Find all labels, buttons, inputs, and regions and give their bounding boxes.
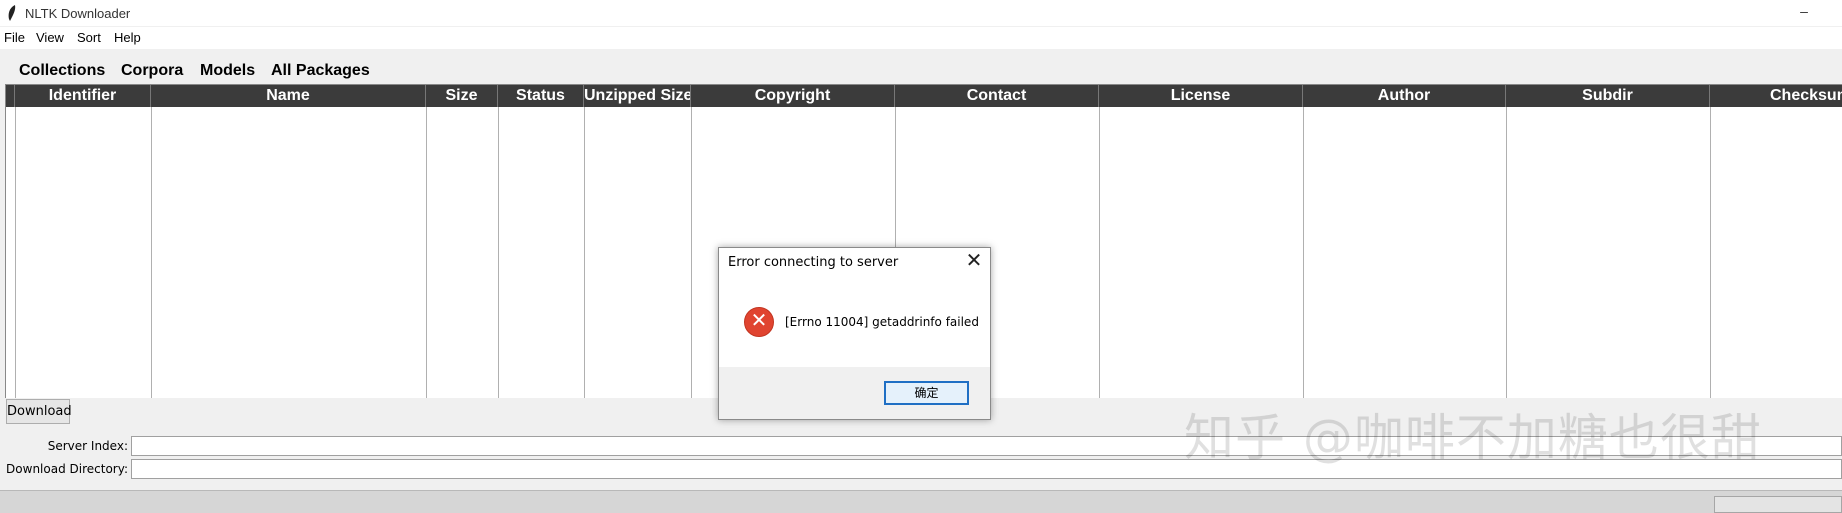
column-divider: [151, 107, 152, 398]
column-header-name[interactable]: Name: [151, 85, 426, 107]
column-header-contact[interactable]: Contact: [895, 85, 1099, 107]
error-dialog: Error connecting to server ✕ ✕ [Errno 11…: [718, 247, 991, 420]
column-divider: [1710, 107, 1711, 398]
column-divider: [584, 107, 585, 398]
column-header-subdir[interactable]: Subdir: [1506, 85, 1710, 107]
tab-all-packages[interactable]: All Packages: [271, 62, 370, 80]
column-divider: [691, 107, 692, 398]
dialog-title: Error connecting to server: [728, 255, 899, 270]
column-header-author[interactable]: Author: [1303, 85, 1506, 107]
tab-corpora[interactable]: Corpora: [121, 62, 183, 80]
error-icon: ✕: [744, 307, 774, 337]
progress-box: [1714, 496, 1842, 513]
dialog-message: [Errno 11004] getaddrinfo failed: [785, 315, 979, 329]
download-button[interactable]: Download: [6, 399, 72, 424]
column-divider: [1303, 107, 1304, 398]
column-header-license[interactable]: License: [1099, 85, 1303, 107]
column-divider: [426, 107, 427, 398]
menu-bar: File View Sort Help: [0, 27, 1842, 49]
minimize-button[interactable]: –: [1796, 0, 1812, 26]
tab-collections[interactable]: Collections: [19, 62, 105, 80]
feather-icon: [8, 5, 16, 21]
column-divider: [15, 107, 16, 398]
column-header-identifier[interactable]: Identifier: [15, 85, 151, 107]
tab-bar: Collections Corpora Models All Packages: [0, 57, 1842, 84]
close-icon[interactable]: ✕: [963, 251, 985, 272]
download-directory-label: Download Directory:: [6, 462, 128, 476]
server-index-label: Server Index:: [47, 439, 128, 453]
menu-file[interactable]: File: [4, 30, 25, 45]
tab-models[interactable]: Models: [200, 62, 255, 80]
dialog-footer: 确定: [719, 367, 990, 419]
status-bar: [0, 490, 1842, 513]
title-bar: NLTK Downloader –: [0, 0, 1842, 26]
column-divider: [498, 107, 499, 398]
column-header-size[interactable]: Size: [426, 85, 498, 107]
column-header-spacer: [6, 85, 15, 107]
column-header-unzipped-size[interactable]: Unzipped Size: [584, 85, 691, 107]
column-header-checksum[interactable]: Checksum: [1710, 85, 1842, 107]
ok-button[interactable]: 确定: [884, 381, 969, 405]
table-header: Identifier Name Size Status Unzipped Siz…: [6, 85, 1842, 107]
column-header-status[interactable]: Status: [498, 85, 584, 107]
column-divider: [1099, 107, 1100, 398]
column-divider: [1506, 107, 1507, 398]
menu-sort[interactable]: Sort: [77, 30, 101, 45]
menu-view[interactable]: View: [36, 30, 64, 45]
window-title: NLTK Downloader: [25, 6, 131, 21]
column-header-copyright[interactable]: Copyright: [691, 85, 895, 107]
watermark: 知乎 @咖啡不加糖也很甜: [1184, 409, 1762, 467]
menu-help[interactable]: Help: [114, 30, 141, 45]
